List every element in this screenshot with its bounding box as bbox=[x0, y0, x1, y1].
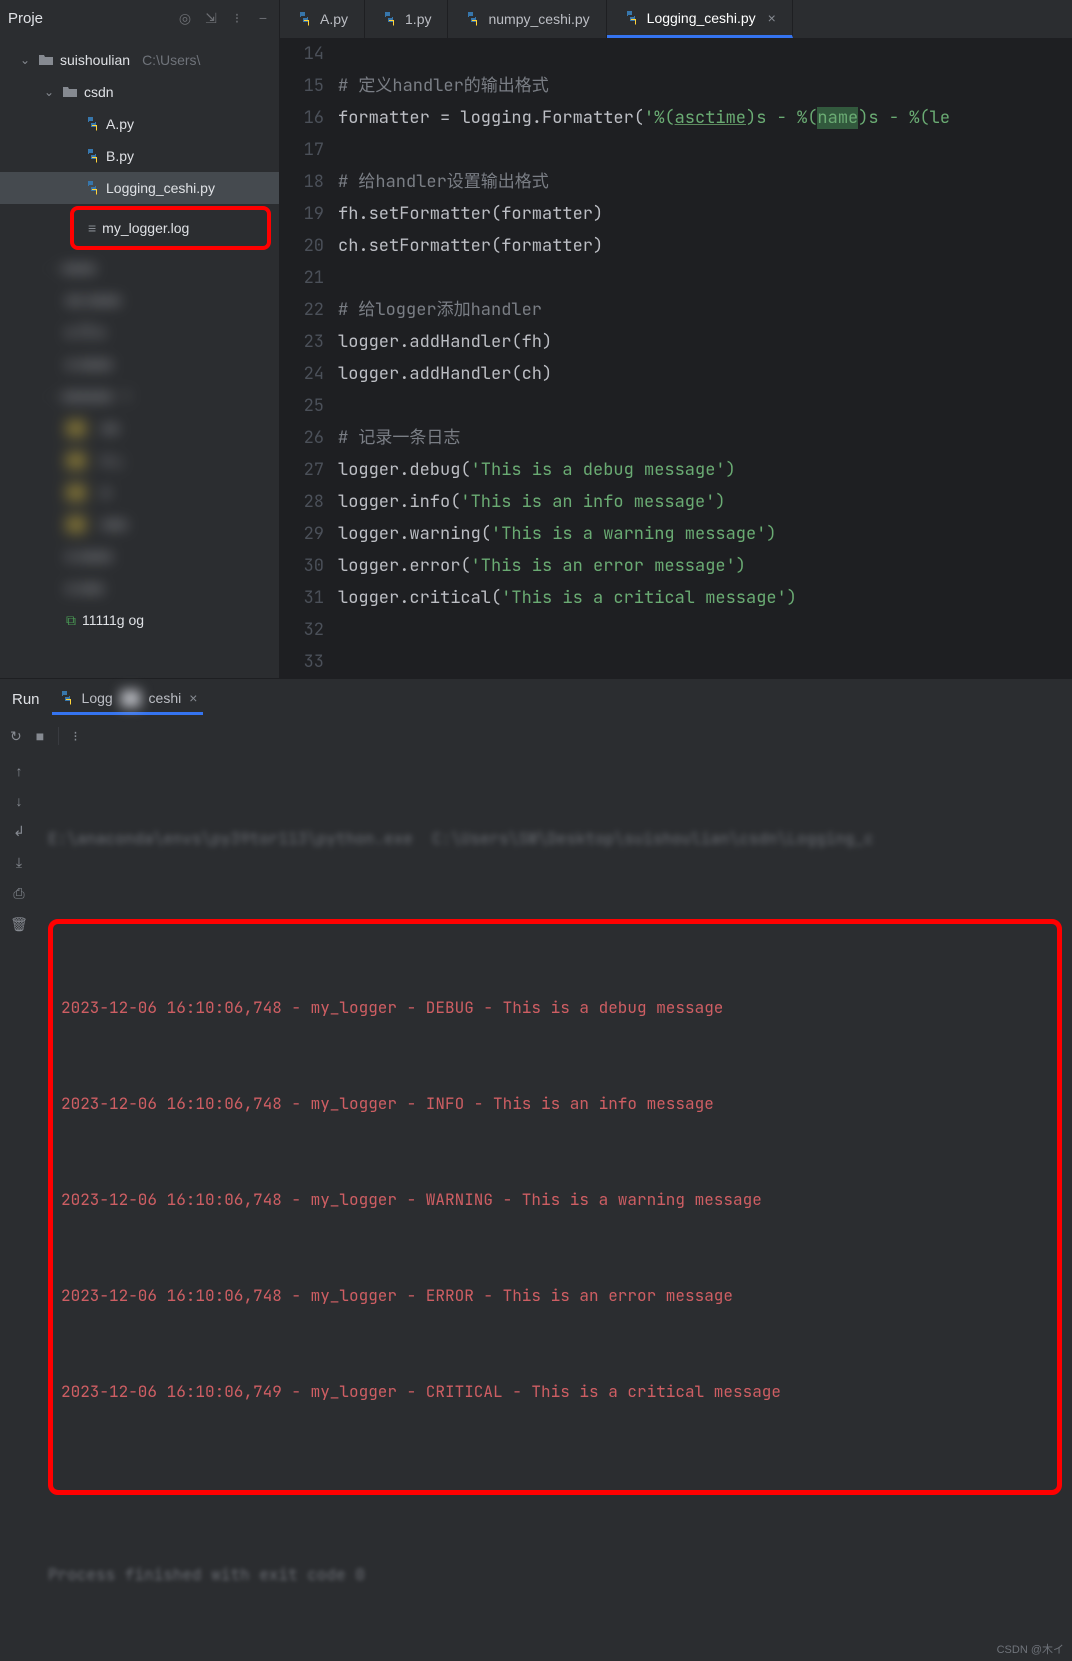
tab-numpy[interactable]: numpy_ceshi.py bbox=[448, 0, 606, 38]
hide-icon[interactable]: − bbox=[255, 10, 271, 26]
up-icon[interactable]: ↑ bbox=[16, 763, 23, 779]
tree-root[interactable]: ⌄ suishoulian C:\Users\ bbox=[0, 44, 279, 76]
tree-file-other[interactable]: ⧉ 11111g og bbox=[0, 604, 279, 636]
file-icon: ⧉ bbox=[66, 612, 76, 629]
python-file-icon bbox=[464, 11, 480, 27]
print-icon[interactable]: ⎙ bbox=[13, 885, 24, 902]
python-file-icon bbox=[623, 10, 639, 26]
python-file-icon bbox=[84, 148, 100, 164]
run-tab[interactable]: Logg██ceshi × bbox=[52, 684, 204, 715]
tree-file-b[interactable]: B.py bbox=[0, 140, 279, 172]
log-line: 2023-12-06 16:10:06,748 - my_logger - ER… bbox=[61, 1280, 1049, 1312]
code-content[interactable]: # 定义handler的输出格式 formatter = logging.For… bbox=[338, 38, 1072, 678]
soft-wrap-icon[interactable]: ↲ bbox=[13, 823, 25, 840]
run-toolbar: ↻ ■ ⁝ bbox=[0, 719, 1072, 753]
collapse-icon[interactable]: ⁝ bbox=[229, 10, 245, 26]
exit-line: Process finished with exit code 0 bbox=[48, 1559, 1062, 1591]
tree-file-logging[interactable]: Logging_ceshi.py bbox=[0, 172, 279, 204]
stop-icon[interactable]: ■ bbox=[36, 728, 44, 744]
expand-icon[interactable]: ⇲ bbox=[203, 10, 219, 26]
code-editor[interactable]: 14 15 16 17 18 19 20 21 22 23 24 25 26 2… bbox=[280, 38, 1072, 678]
log-line: 2023-12-06 16:10:06,748 - my_logger - IN… bbox=[61, 1088, 1049, 1120]
python-file-icon bbox=[381, 11, 397, 27]
more-icon[interactable]: ⁝ bbox=[73, 728, 77, 745]
scroll-end-icon[interactable]: ⤓ bbox=[16, 854, 22, 871]
editor-tabs: A.py 1.py numpy_ceshi.py Logging_ceshi.p… bbox=[280, 0, 1072, 38]
tab-logging-active[interactable]: Logging_ceshi.py × bbox=[607, 0, 793, 38]
folder-icon bbox=[62, 84, 78, 100]
locate-icon[interactable]: ◎ bbox=[177, 10, 193, 26]
blurred-tree-items: ›■■■■ ■■ ■■■■ ■ 傳 ■ ■ ■■■■ ›■■■■■■ 刂 ██ … bbox=[0, 252, 279, 604]
folder-icon bbox=[38, 52, 54, 68]
run-sidebar: ↑ ↓ ↲ ⤓ ⎙ 🗑 bbox=[0, 753, 38, 1661]
rerun-icon[interactable]: ↻ bbox=[10, 728, 22, 745]
tab-1-py[interactable]: 1.py bbox=[365, 0, 448, 38]
close-icon[interactable]: × bbox=[768, 10, 776, 26]
run-header: Run Logg██ceshi × bbox=[0, 679, 1072, 719]
editor-panel: A.py 1.py numpy_ceshi.py Logging_ceshi.p… bbox=[280, 0, 1072, 678]
tree-folder-csdn[interactable]: ⌄ csdn bbox=[0, 76, 279, 108]
project-panel: Proje ◎ ⇲ ⁝ − ⌄ suishoulian C:\Users\ ⌄ bbox=[0, 0, 280, 678]
chevron-down-icon: ⌄ bbox=[18, 53, 32, 67]
python-file-icon bbox=[58, 690, 74, 706]
text-file-icon: ≡ bbox=[88, 220, 96, 236]
run-title: Run bbox=[12, 691, 40, 708]
tree-file-a[interactable]: A.py bbox=[0, 108, 279, 140]
highlight-output: 2023-12-06 16:10:06,748 - my_logger - DE… bbox=[48, 919, 1062, 1495]
python-file-icon bbox=[296, 11, 312, 27]
line-gutter: 14 15 16 17 18 19 20 21 22 23 24 25 26 2… bbox=[280, 38, 338, 678]
python-file-icon bbox=[84, 180, 100, 196]
project-toolbar: Proje ◎ ⇲ ⁝ − bbox=[0, 0, 279, 36]
tree-file-logfile[interactable]: ≡ my_logger.log bbox=[74, 210, 267, 246]
tab-a-py[interactable]: A.py bbox=[280, 0, 365, 38]
python-file-icon bbox=[84, 116, 100, 132]
log-line: 2023-12-06 16:10:06,748 - my_logger - WA… bbox=[61, 1184, 1049, 1216]
project-title: Proje bbox=[8, 10, 43, 27]
run-panel: Run Logg██ceshi × ↻ ■ ⁝ ↑ ↓ ↲ ⤓ ⎙ 🗑 E:\a… bbox=[0, 678, 1072, 1661]
log-line: 2023-12-06 16:10:06,748 - my_logger - DE… bbox=[61, 992, 1049, 1024]
chevron-down-icon: ⌄ bbox=[42, 85, 56, 99]
run-output-area[interactable]: E:\anaconda\envs\py39tor113\python.exe C… bbox=[38, 753, 1072, 1661]
watermark: CSDN @木イ bbox=[997, 1641, 1064, 1657]
down-icon[interactable]: ↓ bbox=[16, 793, 23, 809]
close-icon[interactable]: × bbox=[189, 690, 197, 706]
command-line: E:\anaconda\envs\py39tor113\python.exe C… bbox=[48, 823, 1062, 855]
trash-icon[interactable]: 🗑 bbox=[10, 916, 28, 933]
highlight-logfile: ≡ my_logger.log bbox=[70, 206, 271, 250]
project-tree: ⌄ suishoulian C:\Users\ ⌄ csdn A.py bbox=[0, 36, 279, 644]
log-line: 2023-12-06 16:10:06,749 - my_logger - CR… bbox=[61, 1376, 1049, 1408]
